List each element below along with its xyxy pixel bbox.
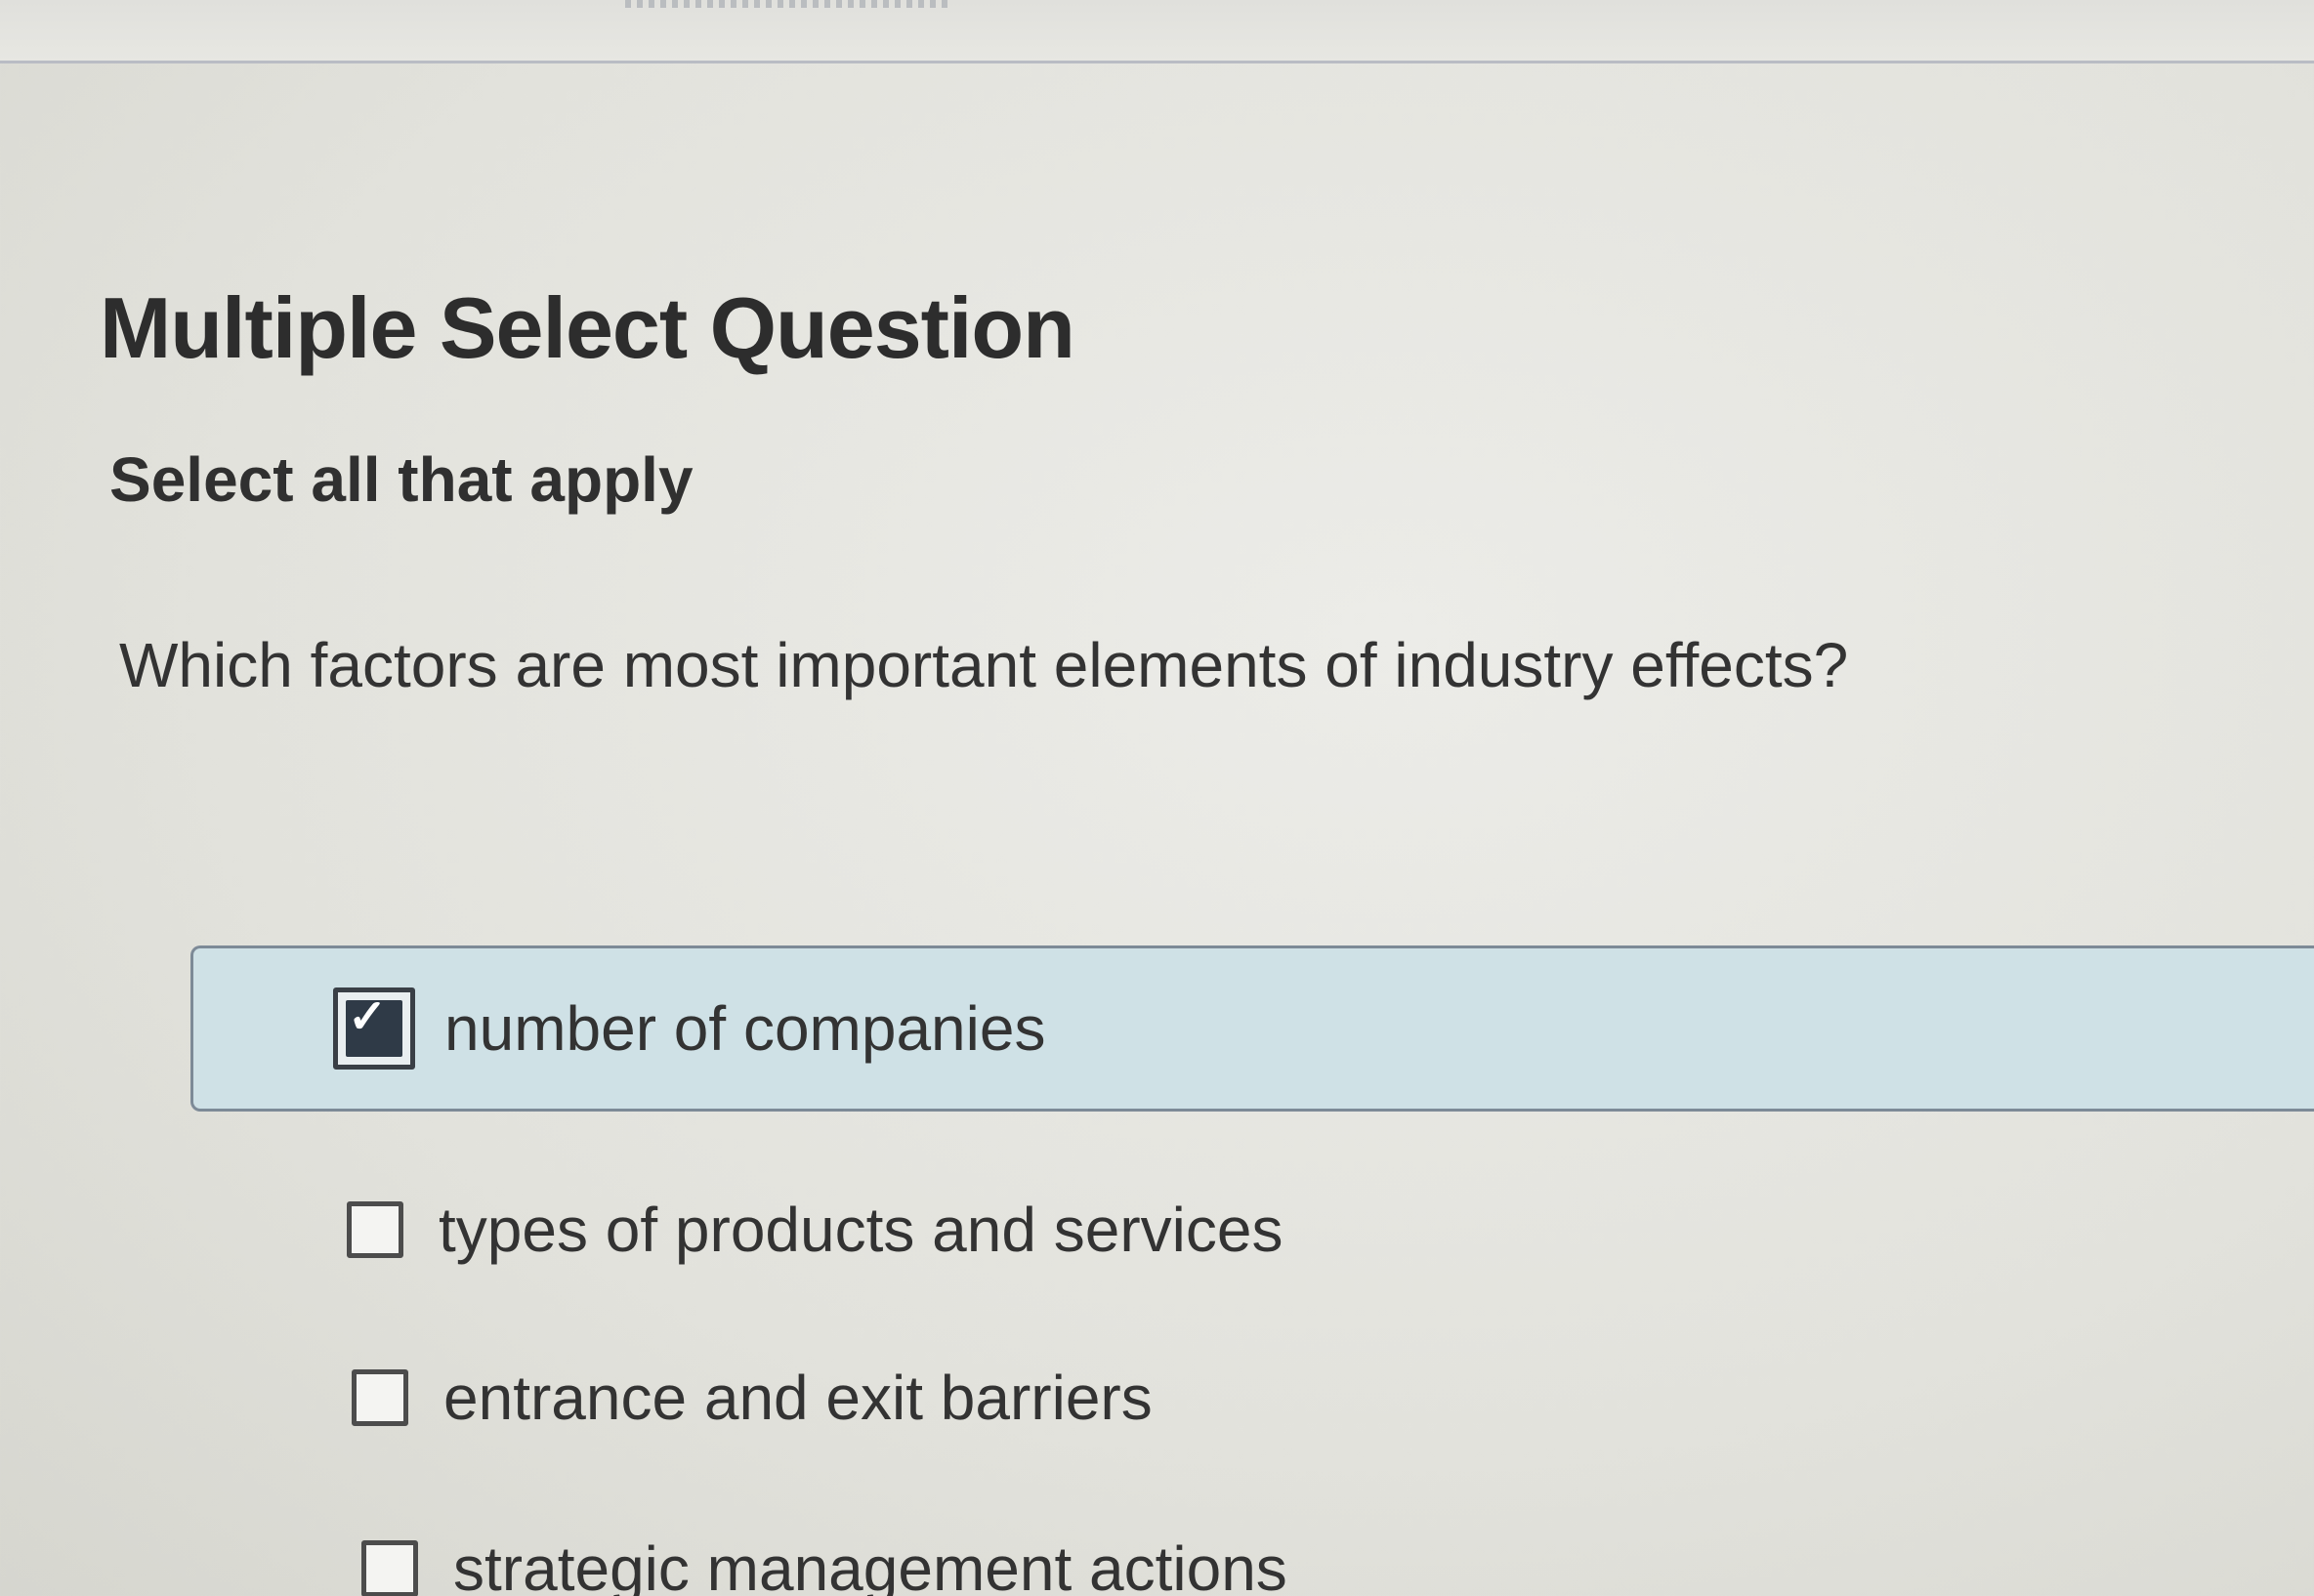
question-card: Multiple Select Question Select all that… [0, 64, 2314, 1596]
question-type-title: Multiple Select Question [100, 278, 1075, 376]
checkbox-unchecked-icon[interactable] [352, 1369, 408, 1426]
answer-option-strategic-management-actions[interactable]: strategic management actions [205, 1486, 2256, 1596]
answer-option-label: types of products and services [439, 1195, 1283, 1265]
checkmark-icon: ✓ [348, 991, 388, 1043]
checkbox-unchecked-icon[interactable] [361, 1540, 418, 1596]
instruction-text: Select all that apply [109, 444, 694, 515]
top-bar [0, 0, 2314, 61]
question-prompt: Which factors are most important element… [119, 630, 1849, 700]
header-divider [0, 61, 2314, 63]
answer-option-entrance-and-exit-barriers[interactable]: entrance and exit barriers [195, 1315, 2247, 1481]
answer-option-number-of-companies[interactable]: ✓ number of companies [190, 945, 2314, 1112]
answer-option-label: strategic management actions [453, 1533, 1287, 1596]
checkbox-checked-icon[interactable]: ✓ [333, 987, 415, 1070]
answer-option-label: number of companies [444, 993, 1046, 1064]
progress-dots [625, 0, 947, 8]
answer-option-types-of-products-and-services[interactable]: types of products and services [190, 1147, 2242, 1313]
answer-option-label: entrance and exit barriers [443, 1363, 1153, 1433]
checkbox-unchecked-icon[interactable] [347, 1201, 403, 1258]
